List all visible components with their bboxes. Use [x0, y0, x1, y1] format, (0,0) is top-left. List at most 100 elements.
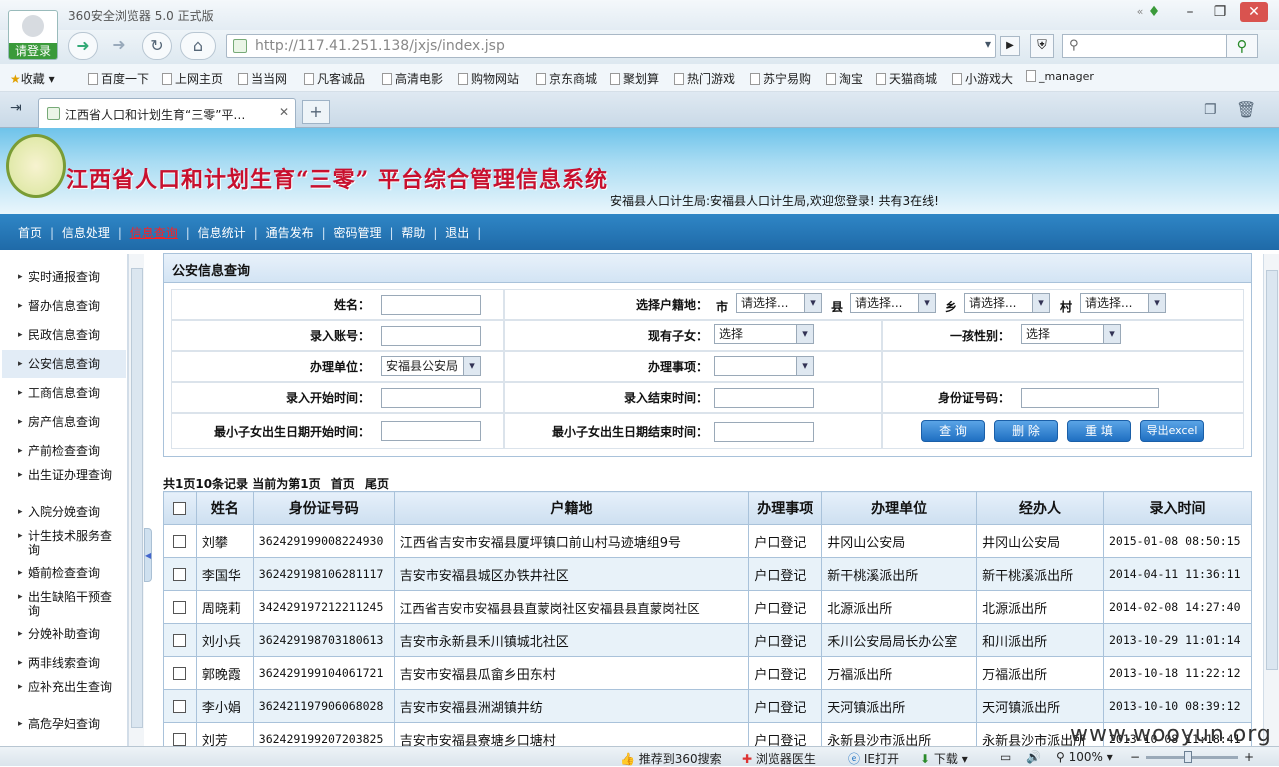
row-checkbox[interactable]: [173, 633, 187, 647]
row-select-cell[interactable]: [163, 623, 197, 657]
zoom-slider-thumb[interactable]: [1184, 751, 1192, 763]
fav-item[interactable]: 凡客诚品: [304, 70, 365, 87]
sidebar-item[interactable]: 民政信息查询: [18, 328, 128, 342]
sidebar-item[interactable]: 产前检查查询: [18, 444, 128, 458]
youngest-end-input[interactable]: [714, 422, 814, 442]
name-input[interactable]: [381, 295, 481, 315]
zoom-out-icon[interactable]: −: [1130, 750, 1140, 764]
minimize-button[interactable]: –: [1176, 2, 1204, 22]
browser-tab[interactable]: 江西省人口和计划生育“三零”平… ✕: [38, 98, 296, 128]
end-time-input[interactable]: [714, 388, 814, 408]
sidebar-item[interactable]: 房产信息查询: [18, 415, 128, 429]
zoom-slider[interactable]: [1146, 756, 1238, 759]
home-button[interactable]: ⌂: [180, 32, 216, 60]
browser-doctor[interactable]: ✚ 浏览器医生: [742, 750, 816, 767]
row-checkbox[interactable]: [173, 534, 187, 548]
id-input[interactable]: [1021, 388, 1159, 408]
menu-item-notice[interactable]: 通告发布: [266, 226, 314, 240]
address-bar[interactable]: http://117.41.251.138/jxjs/index.jsp ▾: [226, 34, 996, 58]
delete-button[interactable]: 删 除: [994, 420, 1058, 442]
sidebar-item[interactable]: 应补充出生查询: [18, 680, 118, 694]
county-select[interactable]: 请选择...: [850, 293, 936, 313]
sidebar-item[interactable]: 督办信息查询: [18, 299, 128, 313]
row-checkbox[interactable]: [173, 732, 187, 746]
row-select-cell[interactable]: [163, 590, 197, 624]
row-select-cell[interactable]: [163, 689, 197, 723]
go-button[interactable]: ▶: [1000, 36, 1020, 56]
window-list-icon[interactable]: ❐: [1204, 102, 1217, 118]
fav-item[interactable]: 聚划算: [610, 70, 659, 87]
zoom-in-icon[interactable]: +: [1244, 750, 1254, 764]
monitor-icon[interactable]: ▭: [1000, 750, 1011, 764]
restore-button[interactable]: ❐: [1206, 2, 1234, 22]
menu-item-home[interactable]: 首页: [18, 226, 42, 240]
trash-icon[interactable]: 🗑: [1236, 100, 1256, 119]
row-checkbox[interactable]: [173, 567, 187, 581]
sidebar-item[interactable]: 出生证办理查询: [18, 468, 118, 482]
last-page-link[interactable]: 尾页: [365, 477, 389, 491]
downloads[interactable]: ⬇ 下载 ▾: [920, 750, 968, 767]
row-select-cell[interactable]: [163, 524, 197, 558]
menu-item-help[interactable]: 帮助: [401, 226, 425, 240]
menu-item-info-stats[interactable]: 信息统计: [198, 226, 246, 240]
sidebar-item[interactable]: 婚前检查查询: [18, 566, 128, 580]
sidebar-item[interactable]: 实时通报查询: [18, 270, 128, 284]
children-select[interactable]: 选择: [714, 324, 814, 344]
open-in-ie[interactable]: ⓔ IE打开: [848, 750, 899, 767]
zoom-control[interactable]: ⚲ 100% ▾: [1056, 750, 1113, 764]
search-engine-icon[interactable]: ⚲: [1069, 38, 1079, 53]
scroll-thumb[interactable]: [131, 268, 143, 728]
row-checkbox[interactable]: [173, 699, 187, 713]
city-select[interactable]: 请选择...: [736, 293, 822, 313]
user-avatar[interactable]: 请登录: [8, 10, 58, 60]
login-label[interactable]: 请登录: [9, 43, 57, 59]
township-select[interactable]: 请选择...: [964, 293, 1050, 313]
fav-item[interactable]: 上网主页: [162, 70, 223, 87]
sidebar-toggle-icon[interactable]: ⇥: [10, 100, 22, 116]
fav-item[interactable]: 淘宝: [826, 70, 863, 87]
fav-item[interactable]: 小游戏大: [952, 70, 1013, 87]
row-select-cell[interactable]: [163, 656, 197, 690]
forward-button[interactable]: ➜: [104, 32, 134, 60]
favorites-menu[interactable]: ★收藏 ▾: [10, 70, 55, 87]
close-window-button[interactable]: ✕: [1240, 2, 1268, 22]
start-time-input[interactable]: [381, 388, 481, 408]
fav-item[interactable]: 当当网: [238, 70, 287, 87]
new-tab-button[interactable]: +: [302, 100, 330, 124]
row-checkbox[interactable]: [173, 666, 187, 680]
select-all-header[interactable]: [163, 491, 197, 525]
fav-item[interactable]: 苏宁易购: [750, 70, 811, 87]
sidebar-item[interactable]: 分娩补助查询: [18, 627, 128, 641]
sidebar-scrollbar[interactable]: [128, 254, 144, 746]
unit-select[interactable]: 安福县公安局: [381, 356, 481, 376]
close-tab-icon[interactable]: ✕: [279, 105, 289, 119]
main-scrollbar[interactable]: [1263, 254, 1279, 746]
row-checkbox[interactable]: [173, 600, 187, 614]
row-select-cell[interactable]: [163, 557, 197, 591]
menu-item-password[interactable]: 密码管理: [333, 226, 381, 240]
collapse-sidebar-icon[interactable]: ◀: [144, 528, 152, 582]
scroll-thumb[interactable]: [1266, 270, 1278, 670]
speaker-icon[interactable]: 🔊: [1026, 750, 1041, 764]
reset-button[interactable]: 重 填: [1067, 420, 1131, 442]
url-dropdown-icon[interactable]: ▾: [985, 37, 991, 51]
matter-select[interactable]: [714, 356, 814, 376]
sidebar-item[interactable]: 出生缺陷干预查询: [18, 590, 118, 618]
url-text[interactable]: http://117.41.251.138/jxjs/index.jsp: [255, 38, 505, 54]
sidebar-item-active[interactable]: 公安信息查询: [18, 357, 128, 371]
back-button[interactable]: ➜: [68, 32, 98, 60]
sidebar-item[interactable]: 入院分娩查询: [18, 505, 128, 519]
first-child-gender-select[interactable]: 选择: [1021, 324, 1121, 344]
recommend-360-search[interactable]: 👍 推荐到360搜索: [620, 750, 722, 767]
menu-item-info-query[interactable]: 信息查询: [130, 226, 178, 240]
sidebar-item[interactable]: 两非线索查询: [18, 656, 128, 670]
export-excel-button[interactable]: 导出excel: [1140, 420, 1204, 442]
select-all-checkbox[interactable]: [173, 501, 187, 515]
menu-item-logout[interactable]: 退出: [445, 226, 469, 240]
fav-item[interactable]: 高清电影: [382, 70, 443, 87]
village-select[interactable]: 请选择...: [1080, 293, 1166, 313]
search-button[interactable]: ⚲: [1226, 34, 1258, 58]
fav-item[interactable]: 京东商城: [536, 70, 597, 87]
shirt-icon[interactable]: ♦: [1140, 2, 1168, 22]
fav-item[interactable]: _manager: [1026, 70, 1094, 83]
